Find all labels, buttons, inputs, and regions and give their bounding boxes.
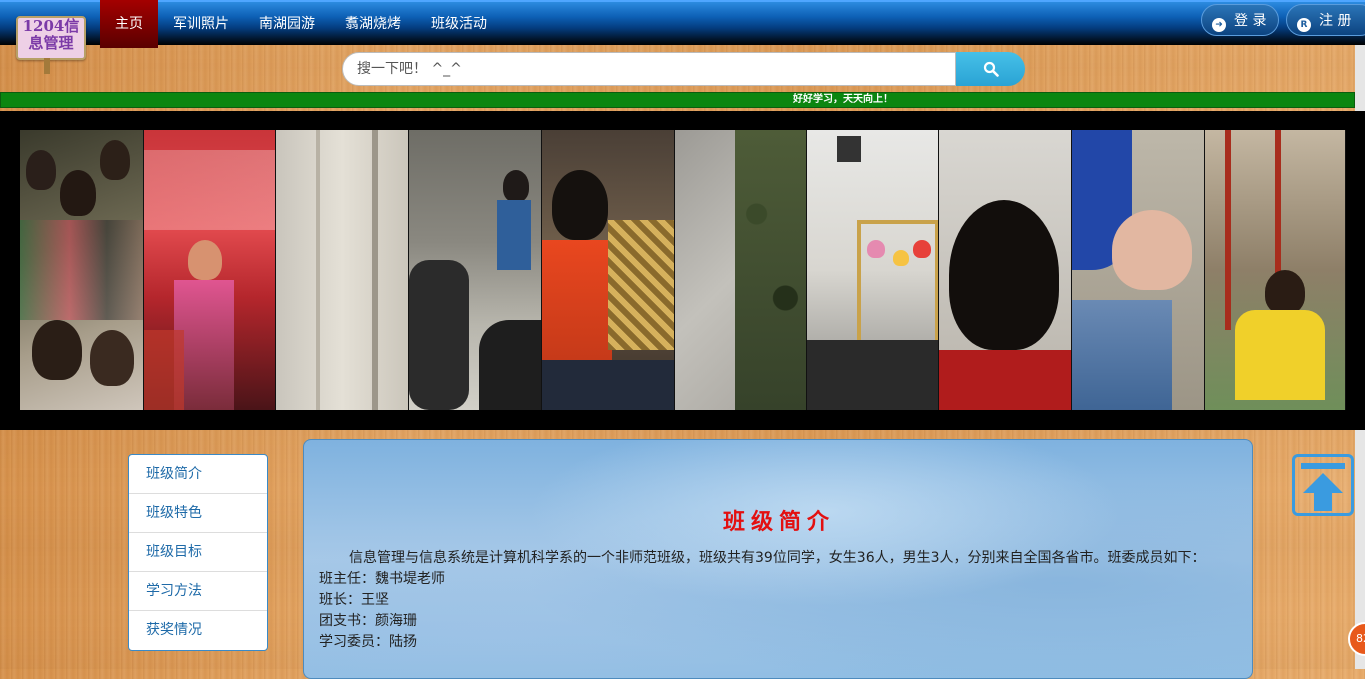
side-menu: 班级简介 班级特色 班级目标 学习方法 获奖情况 bbox=[128, 454, 268, 651]
content-panel: 班级简介 信息管理与信息系统是计算机科学系的一个非师范班级，班级共有39位同学，… bbox=[303, 439, 1253, 679]
section-body: 信息管理与信息系统是计算机科学系的一个非师范班级，班级共有39位同学，女生36人… bbox=[319, 548, 1239, 653]
logo-pole bbox=[44, 58, 50, 74]
gallery-photo-8[interactable] bbox=[939, 130, 1072, 410]
nav-item-class-activities[interactable]: 班级活动 bbox=[416, 0, 502, 48]
register-icon: R bbox=[1297, 18, 1311, 32]
nav-item-military-photos[interactable]: 军训照片 bbox=[158, 0, 244, 48]
gallery-photo-10[interactable] bbox=[1205, 130, 1346, 410]
search-button[interactable] bbox=[956, 52, 1025, 86]
side-item-class-intro[interactable]: 班级简介 bbox=[129, 455, 267, 494]
arrow-up-icon bbox=[1303, 473, 1343, 511]
login-icon: ➜ bbox=[1212, 18, 1226, 32]
nav-item-bbq[interactable]: 翥湖烧烤 bbox=[330, 0, 416, 48]
visit-counter-badge: 82 bbox=[1348, 622, 1365, 656]
member-league-secretary: 团支书：颜海珊 bbox=[319, 613, 417, 629]
gallery-photo-2[interactable] bbox=[144, 130, 276, 410]
login-button[interactable]: ➜ 登 录 bbox=[1201, 4, 1280, 36]
gallery-photo-1[interactable] bbox=[20, 130, 144, 410]
top-bar-icon bbox=[1301, 463, 1345, 469]
search-input[interactable] bbox=[342, 52, 956, 86]
member-study-committee: 学习委员：陆扬 bbox=[319, 634, 417, 650]
intro-paragraph: 信息管理与信息系统是计算机科学系的一个非师范班级，班级共有39位同学，女生36人… bbox=[349, 550, 1206, 566]
gallery-photo-9[interactable] bbox=[1072, 130, 1205, 410]
gallery-photo-3[interactable] bbox=[276, 130, 409, 410]
gallery-photo-7[interactable] bbox=[807, 130, 939, 410]
photo-gallery bbox=[0, 111, 1365, 430]
logo-sign: 1204信 息管理 bbox=[16, 16, 86, 60]
gallery-photo-4[interactable] bbox=[409, 130, 542, 410]
register-label: 注 册 bbox=[1319, 13, 1352, 29]
member-monitor: 班长：王坚 bbox=[319, 592, 389, 608]
member-head-teacher: 班主任：魏书堤老师 bbox=[319, 571, 445, 587]
side-item-class-goals[interactable]: 班级目标 bbox=[129, 533, 267, 572]
marquee-text: 好好学习，天天向上！ bbox=[793, 94, 893, 105]
marquee-banner: 好好学习，天天向上！ bbox=[0, 92, 1355, 108]
side-item-study-methods[interactable]: 学习方法 bbox=[129, 572, 267, 611]
nav-item-home[interactable]: 主页 bbox=[100, 0, 158, 48]
search-icon bbox=[983, 61, 999, 77]
register-button[interactable]: R注 册 bbox=[1286, 4, 1365, 36]
site-logo[interactable]: 1204信 息管理 bbox=[14, 12, 86, 74]
logo-line-2: 息管理 bbox=[28, 34, 74, 52]
main-nav: 主页 军训照片 南湖园游 翥湖烧烤 班级活动 bbox=[100, 0, 502, 48]
side-item-awards[interactable]: 获奖情况 bbox=[129, 611, 267, 650]
gallery-photo-5[interactable] bbox=[542, 130, 675, 410]
logo-line-1: 1204信 bbox=[22, 17, 80, 35]
gallery-photo-6[interactable] bbox=[675, 130, 807, 410]
back-to-top-button[interactable] bbox=[1292, 454, 1354, 516]
top-navbar: 主页 军训照片 南湖园游 翥湖烧烤 班级活动 ➜ 登 录 R 注 册 bbox=[0, 0, 1365, 48]
section-title: 班级简介 bbox=[722, 509, 835, 535]
side-item-class-features[interactable]: 班级特色 bbox=[129, 494, 267, 533]
search-bar bbox=[342, 52, 1025, 86]
nav-item-nanhu-tour[interactable]: 南湖园游 bbox=[244, 0, 330, 48]
login-label: 登 录 bbox=[1234, 13, 1267, 29]
